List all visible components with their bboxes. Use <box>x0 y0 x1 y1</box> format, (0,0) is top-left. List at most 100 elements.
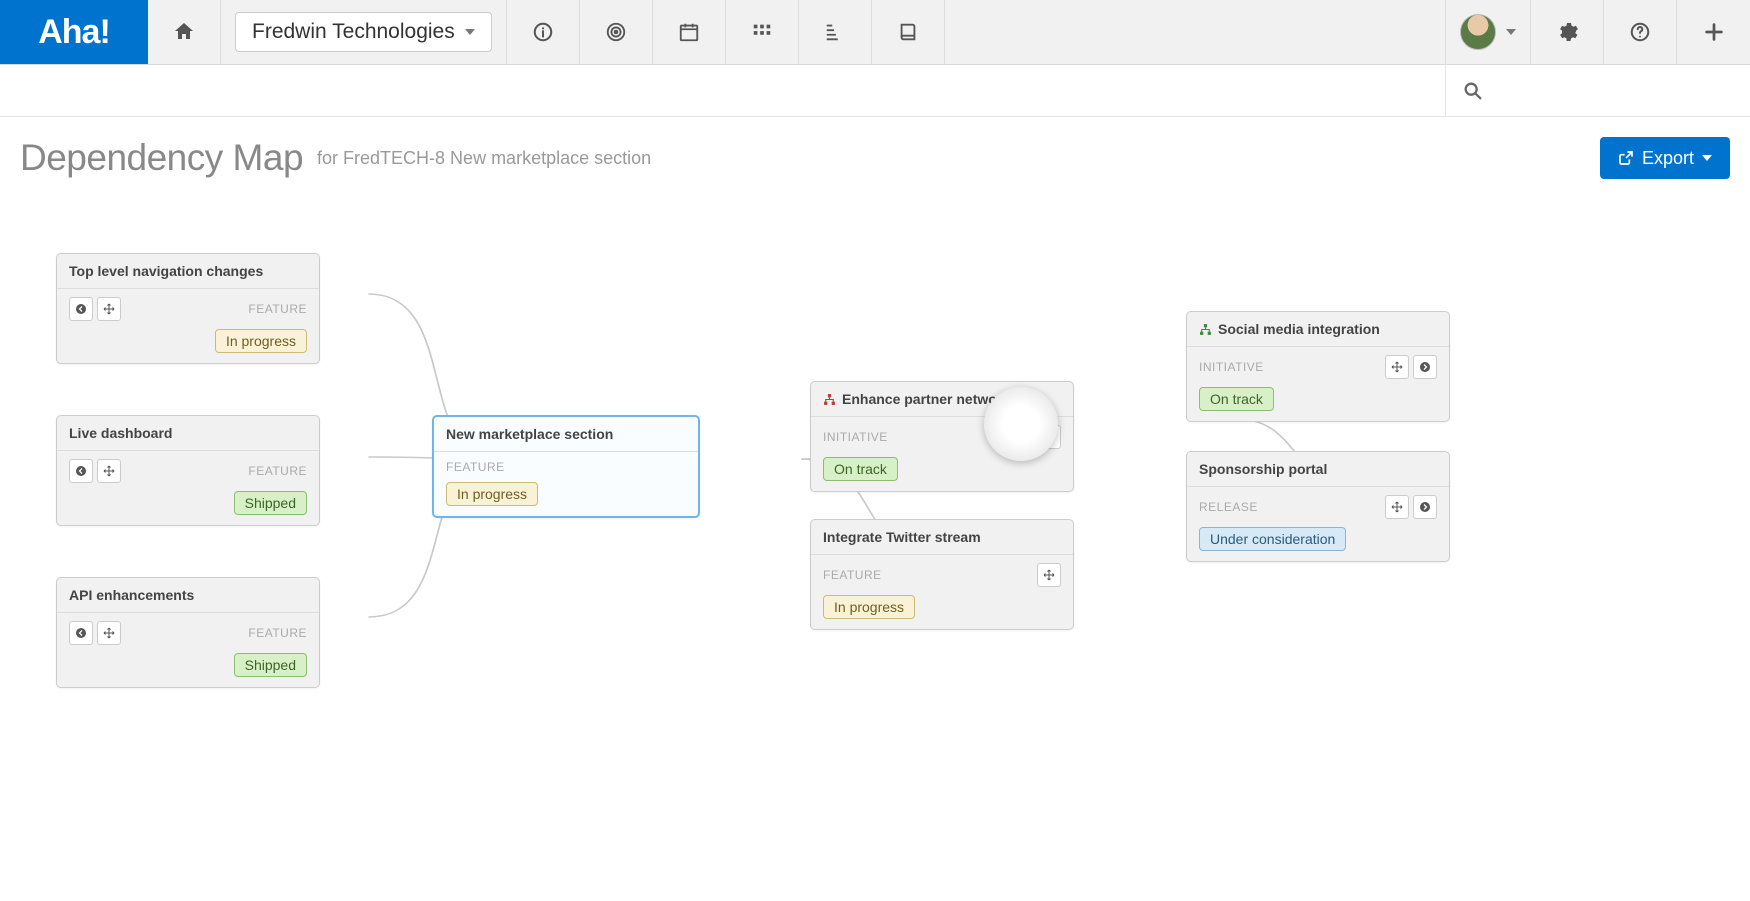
expand-left-button[interactable] <box>69 621 93 645</box>
status-badge: In progress <box>215 329 307 353</box>
move-button[interactable] <box>97 459 121 483</box>
export-label: Export <box>1642 148 1694 169</box>
nav-help[interactable] <box>1604 0 1677 64</box>
user-avatar <box>1460 14 1496 50</box>
node-social-media-integration[interactable]: Social media integration INITIATIVE On t… <box>1186 311 1450 422</box>
node-integrate-twitter-stream[interactable]: Integrate Twitter stream FEATURE In prog… <box>810 519 1074 630</box>
nav-releases[interactable] <box>653 0 726 64</box>
nav-info[interactable] <box>507 0 580 64</box>
hierarchy-icon <box>1199 323 1212 336</box>
node-title: New marketplace section <box>434 417 698 452</box>
nav-strategy[interactable] <box>580 0 653 64</box>
page-subtitle: for FredTECH-8 New marketplace section <box>317 148 651 169</box>
arrow-left-icon <box>75 465 87 477</box>
home-icon <box>172 20 196 44</box>
collapse-button[interactable] <box>1037 425 1061 449</box>
user-menu[interactable] <box>1445 0 1531 64</box>
move-button[interactable] <box>97 297 121 321</box>
nav-settings[interactable] <box>1531 0 1604 64</box>
expand-right-button[interactable] <box>1413 495 1437 519</box>
help-icon <box>1629 21 1651 43</box>
status-badge: In progress <box>446 482 538 506</box>
move-icon <box>103 627 115 639</box>
search-button[interactable] <box>1445 65 1750 116</box>
move-icon <box>103 465 115 477</box>
status-badge: On track <box>1199 387 1274 411</box>
node-type: FEATURE <box>248 464 307 478</box>
node-type: FEATURE <box>248 626 307 640</box>
node-title: Integrate Twitter stream <box>811 520 1073 555</box>
node-title: Enhance partner network <box>811 382 1073 417</box>
nav-features[interactable] <box>726 0 799 64</box>
node-type: INITIATIVE <box>823 430 888 444</box>
minus-icon <box>1043 431 1055 443</box>
grid-icon <box>751 21 773 43</box>
status-badge: Shipped <box>234 491 307 515</box>
nav-add[interactable] <box>1677 0 1750 64</box>
move-button[interactable] <box>1037 563 1061 587</box>
arrow-left-icon <box>75 303 87 315</box>
move-icon <box>1391 361 1403 373</box>
calendar-icon <box>678 21 700 43</box>
node-new-marketplace-section[interactable]: New marketplace section FEATURE In progr… <box>432 415 700 518</box>
node-type: FEATURE <box>823 568 882 582</box>
expand-left-button[interactable] <box>69 459 93 483</box>
arrow-left-icon <box>75 627 87 639</box>
move-button[interactable] <box>1009 425 1033 449</box>
gear-icon <box>1555 20 1579 44</box>
node-type: RELEASE <box>1199 500 1258 514</box>
book-icon <box>897 21 919 43</box>
target-icon <box>605 21 627 43</box>
node-title: API enhancements <box>57 578 319 613</box>
node-api-enhancements[interactable]: API enhancements FEATURE Shipped <box>56 577 320 688</box>
info-icon <box>532 21 554 43</box>
export-button[interactable]: Export <box>1600 137 1730 179</box>
move-icon <box>1043 569 1055 581</box>
workspace-selector-cell: Fredwin Technologies <box>221 0 507 64</box>
move-icon <box>1015 431 1027 443</box>
node-sponsorship-portal[interactable]: Sponsorship portal RELEASE Under conside… <box>1186 451 1450 562</box>
status-badge: Under consideration <box>1199 527 1346 551</box>
caret-down-icon <box>1506 29 1516 35</box>
node-title: Live dashboard <box>57 416 319 451</box>
hierarchy-icon <box>823 393 836 406</box>
nav-reports[interactable] <box>799 0 872 64</box>
move-icon <box>1391 501 1403 513</box>
node-top-nav-changes[interactable]: Top level navigation changes FEATURE In … <box>56 253 320 364</box>
status-badge: On track <box>823 457 898 481</box>
arrow-right-icon <box>1419 361 1431 373</box>
list-report-icon <box>824 21 846 43</box>
sub-bar <box>0 65 1750 117</box>
arrow-right-icon <box>1419 501 1431 513</box>
nav-spacer <box>945 0 1445 64</box>
move-button[interactable] <box>1385 495 1409 519</box>
home-button[interactable] <box>148 0 221 64</box>
export-icon <box>1618 150 1634 166</box>
dependency-canvas[interactable]: Top level navigation changes FEATURE In … <box>0 229 1750 829</box>
expand-left-button[interactable] <box>69 297 93 321</box>
caret-down-icon <box>1702 155 1712 161</box>
page-header: Dependency Map for FredTECH-8 New market… <box>0 117 1750 179</box>
node-type: INITIATIVE <box>1199 360 1264 374</box>
caret-down-icon <box>465 29 475 35</box>
status-badge: In progress <box>823 595 915 619</box>
brand-logo[interactable]: Aha! <box>0 0 148 64</box>
expand-right-button[interactable] <box>1413 355 1437 379</box>
workspace-selector[interactable]: Fredwin Technologies <box>235 12 492 52</box>
top-navbar: Aha! Fredwin Technologies <box>0 0 1750 65</box>
plus-icon <box>1703 21 1725 43</box>
move-button[interactable] <box>97 621 121 645</box>
node-type: FEATURE <box>248 302 307 316</box>
workspace-name: Fredwin Technologies <box>252 20 455 44</box>
node-title: Social media integration <box>1187 312 1449 347</box>
move-icon <box>103 303 115 315</box>
node-live-dashboard[interactable]: Live dashboard FEATURE Shipped <box>56 415 320 526</box>
page-title: Dependency Map <box>20 137 303 179</box>
move-button[interactable] <box>1385 355 1409 379</box>
nav-notebooks[interactable] <box>872 0 945 64</box>
node-title: Sponsorship portal <box>1187 452 1449 487</box>
status-badge: Shipped <box>234 653 307 677</box>
node-enhance-partner-network[interactable]: Enhance partner network INITIATIVE On tr… <box>810 381 1074 492</box>
search-icon <box>1462 80 1484 102</box>
node-title: Top level navigation changes <box>57 254 319 289</box>
